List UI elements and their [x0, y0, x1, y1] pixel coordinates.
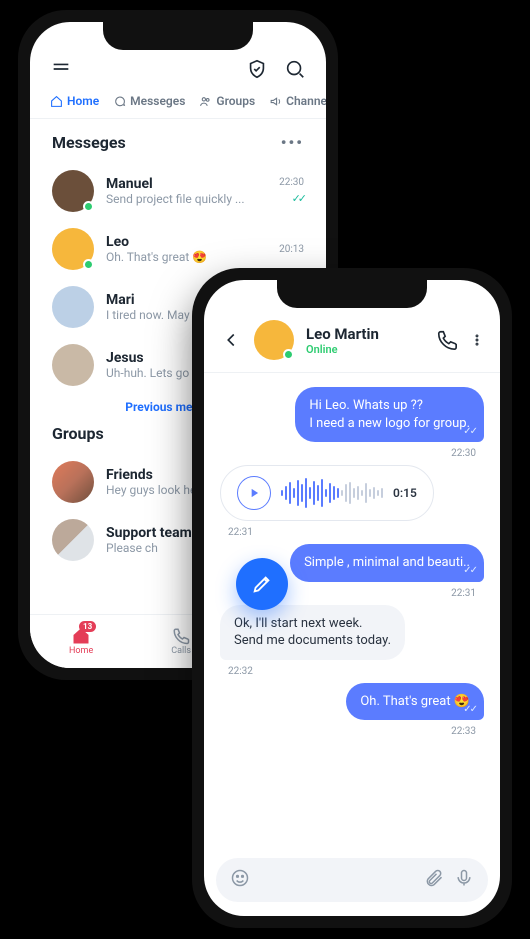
avatar — [52, 286, 94, 328]
tab-home[interactable]: Home — [50, 94, 99, 108]
read-icon: ✓✓ — [463, 703, 476, 717]
section-title-messages: Messeges — [52, 133, 126, 152]
avatar — [52, 344, 94, 386]
chat-preview: Oh. That's great 😍 — [106, 250, 267, 264]
chat-row[interactable]: ManuelSend project file quickly ... 22:3… — [30, 162, 326, 220]
tabbar-label: Calls — [171, 646, 191, 656]
call-icon[interactable] — [436, 329, 458, 351]
voice-message[interactable]: 0:15 — [220, 465, 434, 521]
message-time: 22:33 — [451, 726, 484, 737]
more-icon[interactable]: ••• — [281, 133, 304, 152]
more-vert-icon[interactable] — [470, 329, 484, 351]
top-tabs: Home Messeges Groups Channels — [30, 88, 326, 119]
message-text: Ok, I'll start next week. Send me docume… — [234, 616, 391, 649]
chat-time: 22:30 — [279, 177, 304, 188]
back-icon[interactable] — [220, 329, 242, 351]
message-time: 22:30 — [451, 448, 484, 459]
chat-time: 20:13 — [279, 244, 304, 255]
mic-icon[interactable] — [454, 868, 474, 892]
chat-preview: Send project file quickly ... — [106, 192, 267, 206]
avatar[interactable] — [254, 320, 294, 360]
compose-bar[interactable] — [216, 858, 488, 902]
tab-messages[interactable]: Messeges — [113, 94, 185, 108]
tabbar-calls[interactable]: Calls — [171, 627, 191, 656]
message-time: 22:31 — [220, 527, 253, 538]
shield-icon[interactable] — [246, 58, 268, 80]
attach-icon[interactable] — [424, 868, 444, 892]
waveform — [281, 478, 383, 508]
read-icon: ✓✓ — [292, 192, 304, 205]
avatar — [52, 461, 94, 503]
message-in[interactable]: Ok, I'll start next week. Send me docume… — [220, 605, 405, 660]
chat-name: Manuel — [106, 176, 267, 192]
message-time: 22:31 — [451, 588, 484, 599]
section-title-groups: Groups — [52, 424, 104, 443]
voice-duration: 0:15 — [393, 486, 417, 500]
read-icon: ✓✓ — [463, 425, 476, 439]
avatar — [52, 170, 94, 212]
emoji-icon[interactable] — [230, 868, 250, 892]
play-icon[interactable] — [237, 476, 271, 510]
tabbar-home[interactable]: 13 Home — [69, 627, 93, 656]
read-icon: ✓✓ — [463, 564, 476, 578]
message-out[interactable]: Hi Leo. Whats up ?? I need a new logo fo… — [295, 387, 484, 442]
tab-groups[interactable]: Groups — [199, 94, 255, 108]
chat-name: Leo — [106, 234, 267, 250]
tab-channels[interactable]: Channels — [269, 94, 326, 108]
menu-icon[interactable] — [50, 58, 72, 80]
message-text: Simple , minimal and beauti.. — [304, 555, 470, 570]
search-icon[interactable] — [284, 58, 306, 80]
chat-title: Leo Martin — [306, 325, 424, 343]
message-time: 22:32 — [220, 666, 253, 677]
chat-status: Online — [306, 343, 424, 356]
message-out[interactable]: Oh. That's great 😍✓✓ — [346, 683, 484, 721]
message-text: Hi Leo. Whats up ?? I need a new logo fo… — [309, 398, 470, 431]
compose-button[interactable] — [236, 558, 288, 610]
badge: 13 — [79, 621, 96, 632]
tabbar-label: Home — [69, 646, 93, 656]
message-text: Oh. That's great 😍 — [360, 694, 470, 709]
avatar — [52, 228, 94, 270]
avatar — [52, 519, 94, 561]
message-out[interactable]: Simple , minimal and beauti..✓✓ — [290, 544, 484, 582]
